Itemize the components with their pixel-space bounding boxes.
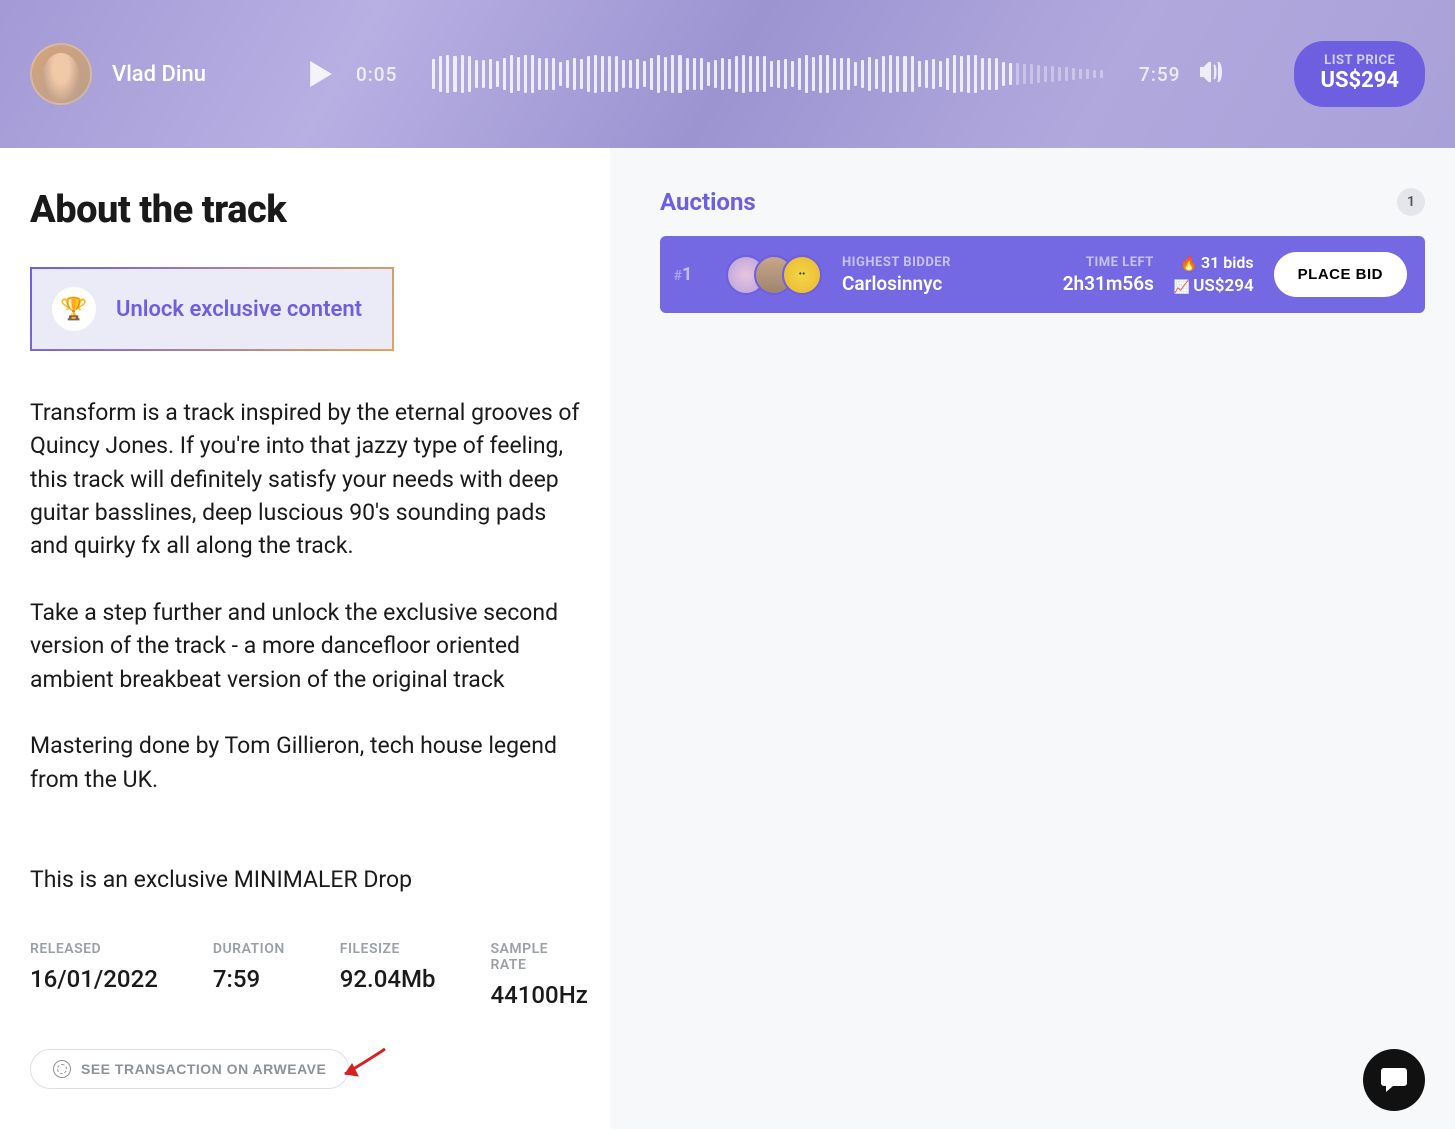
tab-auctions[interactable]: Auctions bbox=[660, 188, 756, 216]
auction-rank: 1 bbox=[660, 264, 706, 285]
bidder-avatars bbox=[726, 255, 822, 295]
volume-button[interactable] bbox=[1200, 62, 1224, 86]
unlock-exclusive-button[interactable]: 🏆 Unlock exclusive content bbox=[30, 267, 394, 351]
list-price-label: LIST PRICE bbox=[1320, 53, 1399, 68]
bidder-avatar[interactable] bbox=[782, 255, 822, 295]
unlock-label: Unlock exclusive content bbox=[116, 297, 362, 322]
player-bar: Vlad Dinu 0:05 7:59 LIST PRICE US$294 bbox=[0, 0, 1455, 148]
list-price-value: US$294 bbox=[1320, 68, 1399, 93]
list-price-pill[interactable]: LIST PRICE US$294 bbox=[1294, 41, 1425, 107]
play-button[interactable] bbox=[306, 61, 336, 87]
current-time: 0:05 bbox=[356, 63, 397, 86]
highest-bidder: HIGHEST BIDDER Carlosinnyc bbox=[842, 255, 951, 295]
total-time: 7:59 bbox=[1139, 63, 1180, 86]
bid-count: 31 bids bbox=[1174, 253, 1254, 272]
about-panel: About the track 🏆 Unlock exclusive conte… bbox=[0, 148, 610, 1129]
meta-released: RELEASED 16/01/2022 bbox=[30, 941, 158, 1009]
auction-card[interactable]: 1 HIGHEST BIDDER Carlosinnyc TIME LEFT 2… bbox=[660, 236, 1425, 313]
see-transaction-button[interactable]: SEE TRANSACTION ON ARWEAVE bbox=[30, 1049, 349, 1089]
chat-fab[interactable] bbox=[1363, 1049, 1425, 1111]
artist-avatar[interactable] bbox=[30, 43, 92, 105]
auctions-panel: Auctions 1 1 HIGHEST BIDDER Carlosinnyc … bbox=[610, 148, 1455, 1129]
play-icon bbox=[310, 61, 332, 87]
time-left: TIME LEFT 2h31m56s bbox=[1063, 255, 1154, 295]
about-heading: About the track bbox=[30, 188, 580, 232]
bid-info: 31 bids US$294 bbox=[1174, 253, 1254, 296]
trophy-icon: 🏆 bbox=[52, 287, 96, 331]
arweave-icon bbox=[53, 1060, 71, 1078]
meta-filesize: FILESIZE 92.04Mb bbox=[340, 941, 436, 1009]
bid-amount: US$294 bbox=[1174, 276, 1254, 296]
meta-samplerate: SAMPLE RATE 44100Hz bbox=[490, 941, 587, 1009]
chat-icon bbox=[1381, 1068, 1407, 1092]
artist-name[interactable]: Vlad Dinu bbox=[112, 62, 206, 87]
arweave-label: SEE TRANSACTION ON ARWEAVE bbox=[81, 1061, 326, 1077]
auctions-count-badge: 1 bbox=[1397, 188, 1425, 216]
meta-duration: DURATION 7:59 bbox=[213, 941, 285, 1009]
track-metadata: RELEASED 16/01/2022 DURATION 7:59 FILESI… bbox=[30, 941, 580, 1009]
place-bid-button[interactable]: PLACE BID bbox=[1274, 252, 1407, 297]
waveform[interactable] bbox=[432, 53, 1104, 95]
volume-icon bbox=[1200, 62, 1224, 82]
track-description: Transform is a track inspired by the ete… bbox=[30, 396, 580, 896]
